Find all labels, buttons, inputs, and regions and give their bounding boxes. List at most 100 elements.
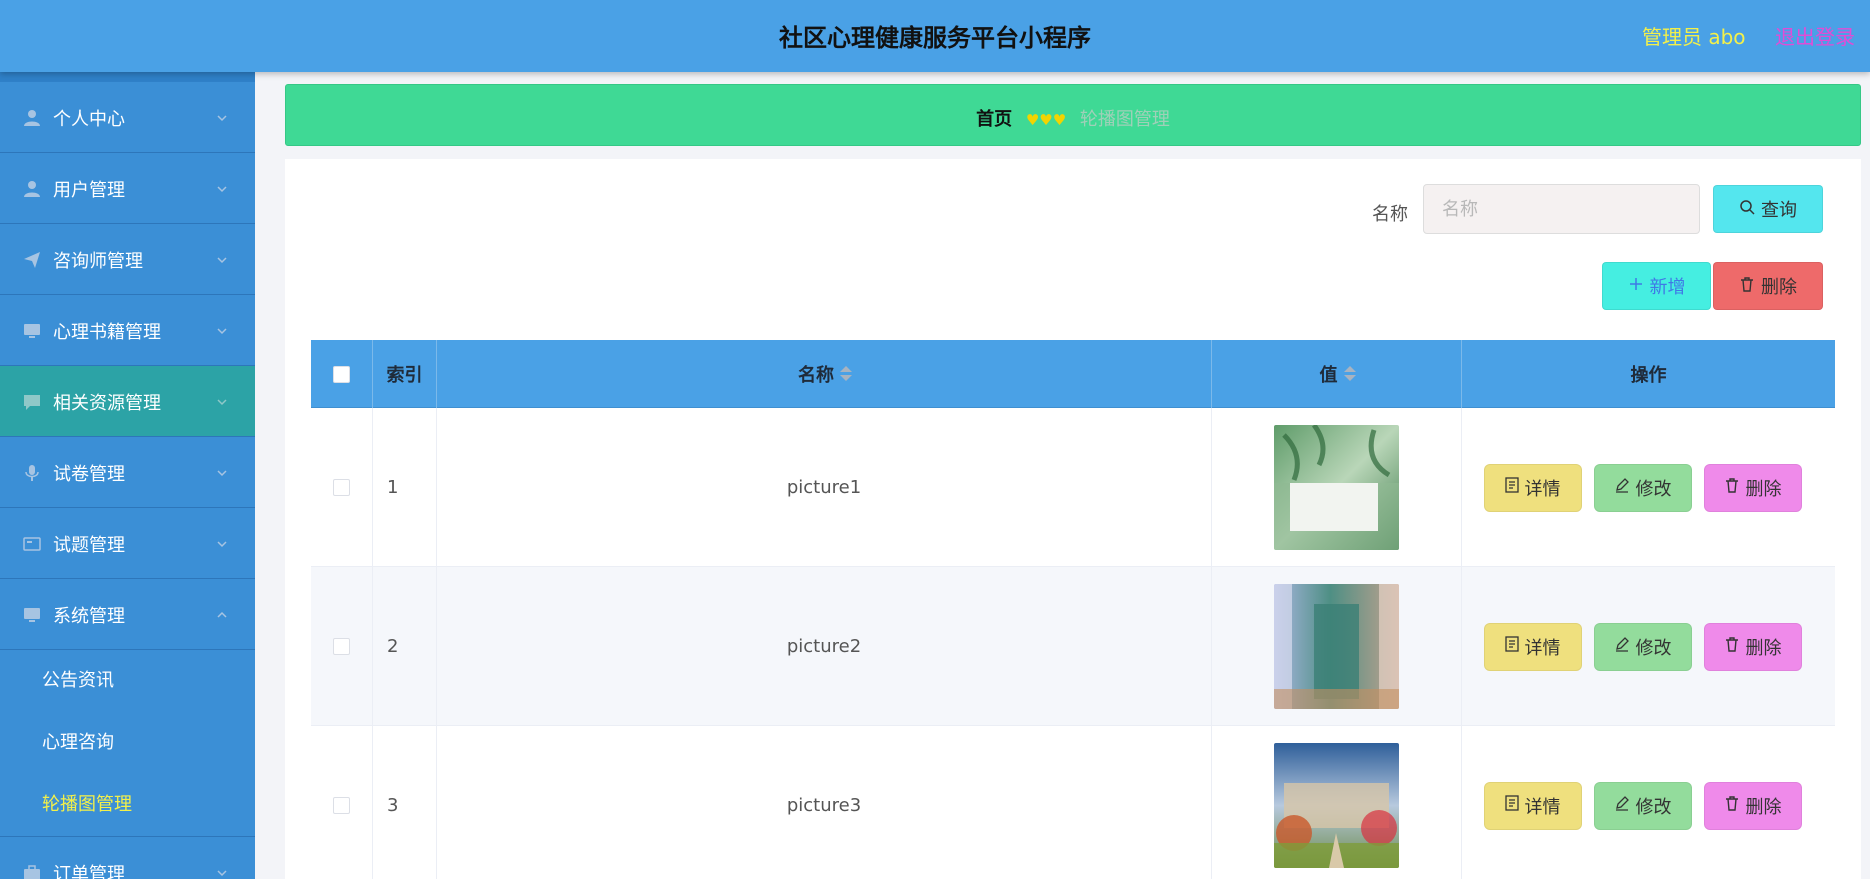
chevron-down-icon [216, 322, 228, 335]
sidebar-item-label: 试题管理 [53, 535, 125, 556]
row-name: picture3 [437, 726, 1212, 879]
sidebar-item-label: 试卷管理 [53, 464, 125, 485]
sidebar-item-exam-management[interactable]: 试卷管理 [0, 437, 255, 508]
delete-row-button[interactable]: 删除 [1703, 463, 1802, 512]
carousel-image-thumbnail[interactable] [1274, 425, 1399, 550]
batch-delete-button[interactable]: 删除 [1713, 262, 1823, 310]
query-button[interactable]: 查询 [1713, 185, 1823, 233]
table-row: 3 picture3 详情 修改 删除 [311, 726, 1835, 879]
add-button-label: 新增 [1649, 277, 1686, 298]
row-checkbox[interactable] [333, 797, 350, 814]
header-index: 索引 [373, 340, 437, 408]
sidebar-item-question-management[interactable]: 试题管理 [0, 508, 255, 579]
edit-button[interactable]: 修改 [1593, 463, 1692, 512]
document-icon [1504, 636, 1519, 657]
carousel-image-thumbnail[interactable] [1274, 584, 1399, 709]
header-name[interactable]: 名称 [437, 340, 1212, 408]
breadcrumb: 首页 ♥♥♥ 轮播图管理 [285, 84, 1861, 146]
sidebar-item-counselor-management[interactable]: 咨询师管理 [0, 224, 255, 295]
delete-row-button[interactable]: 删除 [1703, 622, 1802, 671]
briefcase-icon [22, 863, 42, 879]
table-row: 2 picture2 详情 修改 删除 [311, 567, 1835, 726]
edit-label: 修改 [1635, 478, 1672, 500]
trash-icon [1739, 276, 1755, 297]
carousel-image-thumbnail[interactable] [1274, 743, 1399, 868]
delete-row-button[interactable]: 删除 [1703, 781, 1802, 830]
person-icon [22, 179, 42, 199]
sidebar-item-label: 咨询师管理 [53, 251, 143, 272]
pencil-icon [1614, 477, 1630, 498]
edit-button[interactable]: 修改 [1593, 622, 1692, 671]
remove-label: 删除 [1745, 637, 1782, 659]
person-icon [22, 108, 42, 128]
system-submenu: 公告资讯 心理咨询 轮播图管理 [0, 650, 255, 836]
row-index: 2 [373, 567, 437, 726]
sidebar-item-personal-center[interactable]: 个人中心 [0, 82, 255, 153]
header-value-label: 值 [1319, 365, 1338, 386]
table-row: 1 picture1 详情 修改 删除 [311, 408, 1835, 567]
header-value[interactable]: 值 [1212, 340, 1462, 408]
top-header: 社区心理健康服务平台小程序 管理员 abo 退出登录 [0, 0, 1870, 72]
app-title: 社区心理健康服务平台小程序 [779, 24, 1091, 52]
document-icon [1504, 477, 1519, 498]
sidebar-item-user-management[interactable]: 用户管理 [0, 153, 255, 224]
submenu-item-carousel[interactable]: 轮播图管理 [0, 774, 255, 836]
submenu-item-announcements[interactable]: 公告资讯 [0, 650, 255, 712]
sidebar-item-book-management[interactable]: 心理书籍管理 [0, 295, 255, 366]
sort-icon[interactable] [1343, 366, 1356, 382]
trash-icon [1724, 636, 1740, 657]
pencil-icon [1614, 636, 1630, 657]
edit-button[interactable]: 修改 [1593, 781, 1692, 830]
chevron-down-icon [216, 864, 228, 877]
remove-label: 删除 [1745, 796, 1782, 818]
chevron-down-icon [216, 109, 228, 122]
send-icon [22, 250, 42, 270]
edit-label: 修改 [1635, 796, 1672, 818]
delete-button-label: 删除 [1761, 277, 1797, 298]
admin-user-label: 管理员 abo [1642, 25, 1746, 49]
monitor-icon [22, 321, 42, 341]
row-index: 1 [373, 408, 437, 567]
breadcrumb-home[interactable]: 首页 [976, 109, 1012, 130]
sidebar-item-label: 心理书籍管理 [53, 322, 161, 343]
row-checkbox[interactable] [333, 638, 350, 655]
sidebar-item-label: 相关资源管理 [53, 393, 161, 414]
sidebar-item-order-management[interactable]: 订单管理 [0, 836, 255, 879]
heart-separator-icon: ♥♥♥ [1025, 111, 1067, 129]
detail-button[interactable]: 详情 [1483, 622, 1582, 671]
row-checkbox[interactable] [333, 479, 350, 496]
sort-icon[interactable] [840, 366, 852, 382]
header-select-all [311, 340, 373, 408]
trash-icon [1724, 477, 1740, 498]
sidebar-item-label: 系统管理 [53, 606, 125, 627]
edit-label: 修改 [1635, 637, 1672, 659]
document-icon [1504, 795, 1519, 816]
select-all-checkbox[interactable] [333, 365, 350, 383]
chevron-down-icon [216, 464, 228, 477]
chevron-down-icon [216, 535, 228, 548]
sidebar-item-system-management[interactable]: 系统管理 [0, 579, 255, 650]
monitor-icon [22, 605, 42, 625]
plus-icon [1628, 276, 1644, 297]
microphone-icon [22, 463, 42, 483]
table-header: 索引 名称 值 操作 [311, 340, 1835, 408]
detail-label: 详情 [1524, 796, 1561, 818]
chevron-down-icon [216, 180, 228, 193]
chevron-down-icon [216, 393, 228, 406]
carousel-table: 索引 名称 值 操作 1 picture1 详情 修改 删除 2 picture… [311, 340, 1835, 879]
sidebar-item-resource-management[interactable]: 相关资源管理 [0, 366, 255, 437]
submenu-item-consultation[interactable]: 心理咨询 [0, 712, 255, 774]
trash-icon [1724, 795, 1740, 816]
search-icon [1739, 199, 1755, 220]
detail-button[interactable]: 详情 [1483, 781, 1582, 830]
detail-label: 详情 [1524, 637, 1561, 659]
search-input[interactable] [1423, 184, 1700, 234]
logout-button[interactable]: 退出登录 [1775, 21, 1855, 50]
query-button-label: 查询 [1761, 200, 1797, 221]
row-name: picture2 [437, 567, 1212, 726]
detail-button[interactable]: 详情 [1483, 463, 1582, 512]
add-button[interactable]: 新增 [1602, 262, 1711, 310]
row-name: picture1 [437, 408, 1212, 567]
sidebar-top-strip [0, 72, 255, 82]
chevron-down-icon [216, 251, 228, 264]
